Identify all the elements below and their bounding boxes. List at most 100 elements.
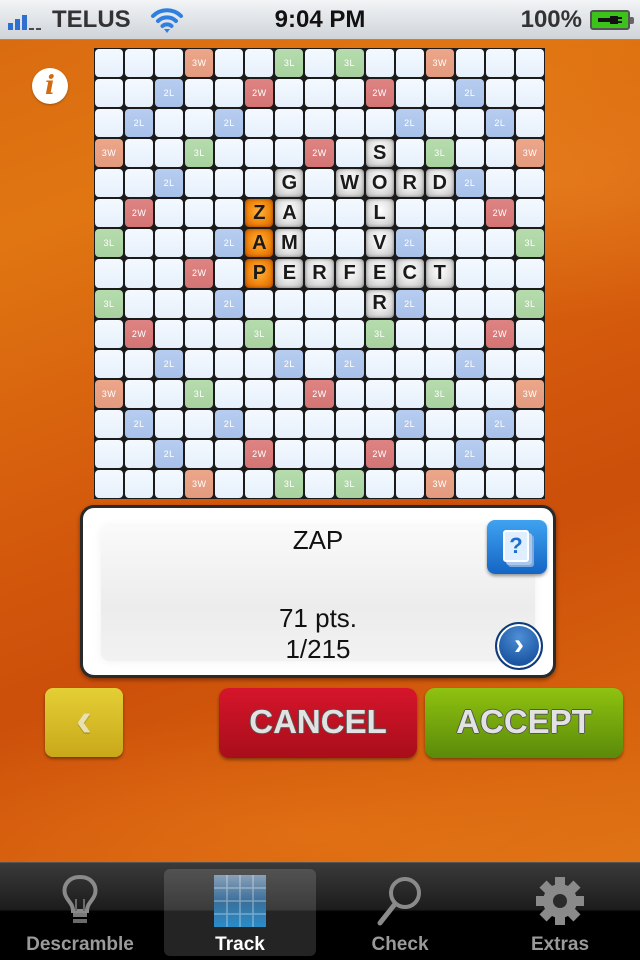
letter-tile[interactable]: A xyxy=(275,199,304,228)
board-square[interactable] xyxy=(335,109,364,138)
board-square[interactable] xyxy=(335,79,364,108)
board-square[interactable] xyxy=(95,439,124,468)
define-word-button[interactable]: ? xyxy=(487,520,547,574)
premium-square-dw[interactable]: 2W xyxy=(185,259,214,288)
board-square[interactable] xyxy=(395,319,424,348)
premium-square-tw[interactable]: 3W xyxy=(425,469,454,498)
board-square[interactable] xyxy=(305,349,334,378)
board-square[interactable] xyxy=(335,289,364,318)
board-square[interactable] xyxy=(275,109,304,138)
premium-square-dl[interactable]: 2L xyxy=(395,109,424,138)
board-square[interactable] xyxy=(395,349,424,378)
board-square[interactable] xyxy=(425,79,454,108)
board-square[interactable] xyxy=(515,199,544,228)
premium-square-tl[interactable]: 3L xyxy=(95,289,124,318)
board-square[interactable] xyxy=(395,439,424,468)
board-square[interactable] xyxy=(485,349,514,378)
board-square[interactable] xyxy=(515,349,544,378)
board-square[interactable] xyxy=(455,199,484,228)
premium-square-dl[interactable]: 2L xyxy=(155,349,184,378)
board-square[interactable] xyxy=(275,289,304,318)
board-square[interactable] xyxy=(395,199,424,228)
board-square[interactable] xyxy=(215,379,244,408)
premium-square-tl[interactable]: 3L xyxy=(185,139,214,168)
board-square[interactable] xyxy=(455,409,484,438)
board-square[interactable] xyxy=(275,409,304,438)
premium-square-dl[interactable]: 2L xyxy=(455,79,484,108)
board-square[interactable] xyxy=(245,409,274,438)
premium-square-dl[interactable]: 2L xyxy=(155,169,184,198)
board-square[interactable] xyxy=(245,109,274,138)
board-square[interactable] xyxy=(425,109,454,138)
board-square[interactable] xyxy=(515,169,544,198)
board-square[interactable] xyxy=(395,139,424,168)
tab-extras[interactable]: Extras xyxy=(480,863,640,960)
board-square[interactable] xyxy=(185,79,214,108)
board-square[interactable] xyxy=(95,409,124,438)
premium-square-dl[interactable]: 2L xyxy=(275,349,304,378)
board-square[interactable] xyxy=(215,259,244,288)
board-square[interactable] xyxy=(185,319,214,348)
board-square[interactable] xyxy=(185,409,214,438)
board-square[interactable] xyxy=(215,439,244,468)
board-square[interactable] xyxy=(155,379,184,408)
board-square[interactable] xyxy=(455,139,484,168)
board-square[interactable] xyxy=(95,199,124,228)
premium-square-tw[interactable]: 3W xyxy=(185,49,214,78)
premium-square-dw[interactable]: 2W xyxy=(365,79,394,108)
premium-square-dl[interactable]: 2L xyxy=(455,169,484,198)
board-square[interactable] xyxy=(335,409,364,438)
board-square[interactable] xyxy=(515,439,544,468)
board-square[interactable] xyxy=(185,289,214,318)
letter-tile[interactable]: R xyxy=(305,259,334,288)
premium-square-tl[interactable]: 3L xyxy=(365,319,394,348)
board-square[interactable] xyxy=(305,109,334,138)
board-square[interactable] xyxy=(215,139,244,168)
board-square[interactable] xyxy=(365,49,394,78)
premium-square-dl[interactable]: 2L xyxy=(395,229,424,258)
board-square[interactable] xyxy=(155,289,184,318)
board-square[interactable] xyxy=(155,229,184,258)
board-square[interactable] xyxy=(425,229,454,258)
board-square[interactable] xyxy=(125,469,154,498)
board-square[interactable] xyxy=(155,259,184,288)
board-square[interactable] xyxy=(185,349,214,378)
board-square[interactable] xyxy=(365,109,394,138)
letter-tile[interactable]: R xyxy=(365,289,394,318)
board-square[interactable] xyxy=(155,319,184,348)
letter-tile[interactable]: S xyxy=(365,139,394,168)
board-square[interactable] xyxy=(425,349,454,378)
board-square[interactable] xyxy=(485,289,514,318)
board-square[interactable] xyxy=(95,349,124,378)
board-square[interactable] xyxy=(305,319,334,348)
letter-tile[interactable]: O xyxy=(365,169,394,198)
board-square[interactable] xyxy=(125,139,154,168)
board-square[interactable] xyxy=(215,349,244,378)
board-square[interactable] xyxy=(335,199,364,228)
premium-square-tl[interactable]: 3L xyxy=(335,469,364,498)
placed-letter-tile[interactable]: P xyxy=(245,259,274,288)
board-square[interactable] xyxy=(185,229,214,258)
board-square[interactable] xyxy=(395,379,424,408)
cancel-button[interactable]: CANCEL xyxy=(219,688,417,758)
tab-descramble[interactable]: Descramble xyxy=(0,863,160,960)
board-square[interactable] xyxy=(185,439,214,468)
board-square[interactable] xyxy=(485,139,514,168)
board-square[interactable] xyxy=(185,169,214,198)
premium-square-tl[interactable]: 3L xyxy=(515,229,544,258)
board-square[interactable] xyxy=(155,139,184,168)
board-square[interactable] xyxy=(425,319,454,348)
placed-letter-tile[interactable]: A xyxy=(245,229,274,258)
board-square[interactable] xyxy=(95,469,124,498)
board-square[interactable] xyxy=(95,169,124,198)
letter-tile[interactable]: D xyxy=(425,169,454,198)
board-square[interactable] xyxy=(305,469,334,498)
premium-square-tl[interactable]: 3L xyxy=(275,49,304,78)
board-square[interactable] xyxy=(275,79,304,108)
board-square[interactable] xyxy=(305,439,334,468)
board-square[interactable] xyxy=(515,79,544,108)
board-square[interactable] xyxy=(425,439,454,468)
premium-square-dl[interactable]: 2L xyxy=(215,409,244,438)
premium-square-dl[interactable]: 2L xyxy=(455,349,484,378)
premium-square-dl[interactable]: 2L xyxy=(155,439,184,468)
